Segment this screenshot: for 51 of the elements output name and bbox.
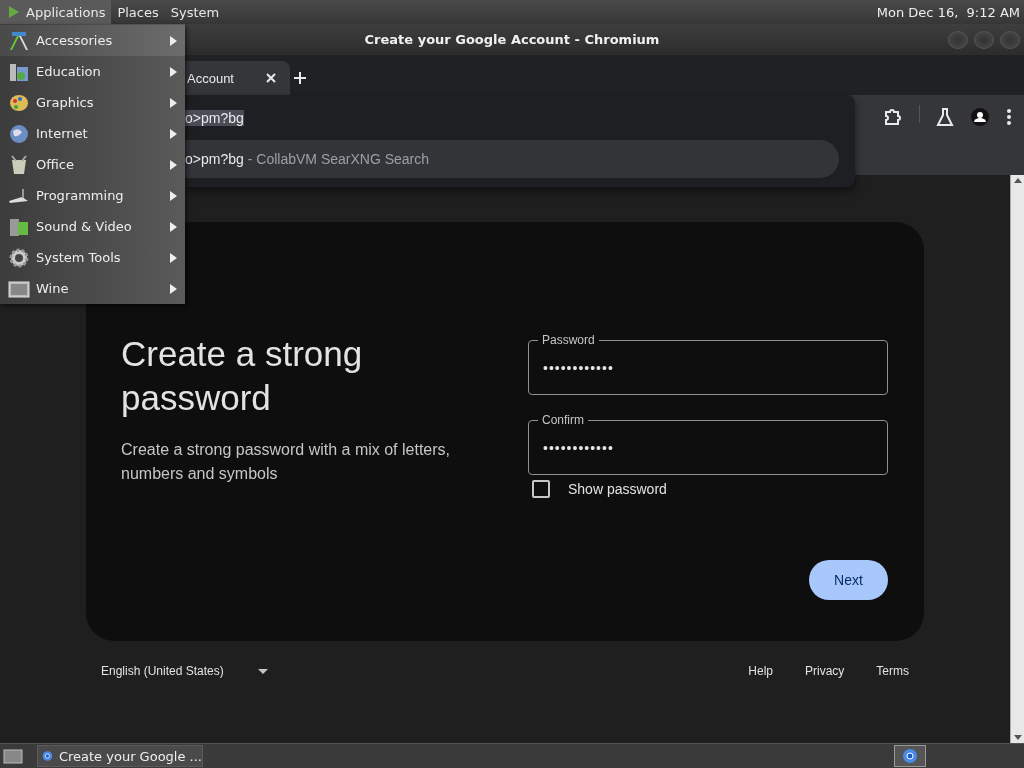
menu-item[interactable]: System Tools <box>0 242 185 273</box>
field-label: Confirm <box>538 413 588 427</box>
menu-item[interactable]: Programming <box>0 180 185 211</box>
page-subtitle: Create a strong password with a mix of letters, numbers and symbols <box>121 440 452 484</box>
submenu-arrow-icon <box>170 128 177 139</box>
checkbox-label: Show password <box>568 481 667 497</box>
submenu-arrow-icon <box>170 35 177 46</box>
submenu-arrow-icon <box>170 97 177 108</box>
browser-icon <box>902 748 918 764</box>
panel-menu[interactable]: System <box>164 0 226 24</box>
suggestion-row[interactable]: o>pm?bg - CollabVM SearXNG Search <box>185 140 839 178</box>
menu-item[interactable]: Sound & Video <box>0 211 185 242</box>
footer-link[interactable]: Terms <box>876 664 909 678</box>
submenu-arrow-icon <box>170 221 177 232</box>
profile-icon[interactable] <box>970 105 990 129</box>
footer-link[interactable]: Help <box>748 664 773 678</box>
workspace-switcher[interactable] <box>894 745 926 767</box>
footer-link[interactable]: Privacy <box>805 664 845 678</box>
desktop-icon[interactable] <box>3 747 23 765</box>
menu-item[interactable]: Wine <box>0 273 185 304</box>
menu-item[interactable]: Internet <box>0 118 185 149</box>
scroll-down-icon[interactable] <box>1013 735 1022 740</box>
gear-icon <box>8 246 30 269</box>
panel-menu[interactable]: Places <box>111 0 165 24</box>
window-title: Create your Google Account - Chromium <box>364 32 660 47</box>
close-icon[interactable] <box>266 73 276 83</box>
menu-item[interactable]: Office <box>0 149 185 180</box>
taskbar-task[interactable]: Create your Google ... <box>37 745 203 767</box>
flask-icon[interactable] <box>936 105 954 129</box>
submenu-arrow-icon <box>170 283 177 294</box>
field-value: •••••••••••• <box>543 359 614 376</box>
language-select[interactable]: English (United States) <box>101 664 268 678</box>
next-button[interactable]: Next <box>809 560 888 600</box>
page-heading: Create a strong password <box>121 333 364 419</box>
caret-icon <box>257 668 268 674</box>
browser-icon <box>42 748 53 764</box>
show-password-checkbox[interactable] <box>532 480 550 498</box>
field-value: •••••••••••• <box>543 439 614 456</box>
scroll-up-icon[interactable] <box>1013 178 1022 183</box>
submenu-arrow-icon <box>170 190 177 201</box>
panel-menu[interactable]: Applications <box>0 0 112 24</box>
scrollbar[interactable] <box>1010 175 1024 743</box>
menu-item[interactable]: Accessories <box>0 25 185 56</box>
clock[interactable]: Mon Dec 16, 9:12 AM <box>876 4 1024 20</box>
globe-icon <box>8 122 30 145</box>
submenu-arrow-icon <box>170 252 177 263</box>
cup-icon <box>8 153 30 176</box>
submenu-arrow-icon <box>170 159 177 170</box>
address-text[interactable]: o>pm?bg <box>185 109 244 126</box>
field-label: Password <box>538 333 599 347</box>
submenu-arrow-icon <box>170 66 177 77</box>
